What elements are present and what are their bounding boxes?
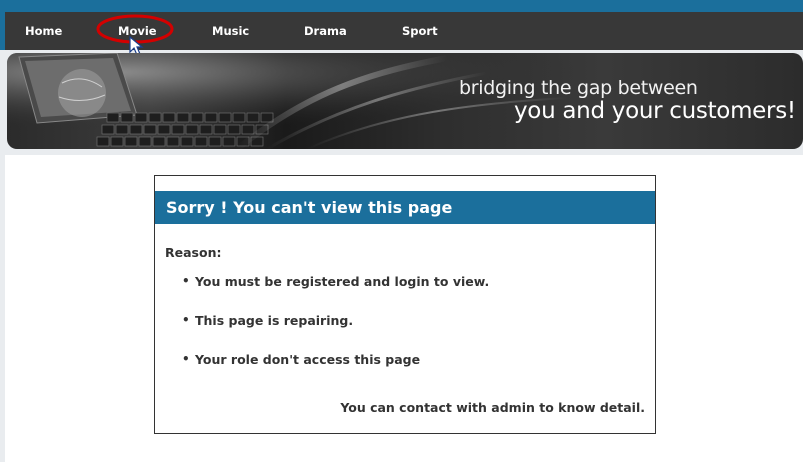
top-bar: Home Movie Music Drama Sport: [0, 0, 803, 50]
contact-admin-text: You can contact with admin to know detai…: [340, 400, 645, 415]
list-item: • This page is repairing.: [155, 313, 489, 352]
reason-text: You must be registered and login to view…: [195, 274, 490, 289]
tagline-line-2: you and your customers!: [514, 98, 796, 124]
main-navigation: Home Movie Music Drama Sport: [5, 12, 803, 50]
nav-item-movie[interactable]: Movie: [118, 12, 157, 50]
nav-item-music[interactable]: Music: [212, 12, 249, 50]
reason-label: Reason:: [165, 245, 222, 260]
reason-text: This page is repairing.: [195, 313, 354, 328]
page: Home Movie Music Drama Sport bridging th…: [0, 0, 803, 462]
nav-item-drama[interactable]: Drama: [304, 12, 347, 50]
tagline-line-1: bridging the gap between: [459, 77, 698, 99]
nav-item-home[interactable]: Home: [25, 12, 62, 50]
bullet-icon: •: [182, 352, 190, 366]
list-item: • You must be registered and login to vi…: [155, 274, 489, 313]
bullet-icon: •: [182, 274, 190, 288]
hero-banner: bridging the gap between you and your cu…: [7, 53, 803, 149]
access-denied-box: Sorry ! You can't view this page Reason:…: [154, 175, 656, 434]
bullet-icon: •: [182, 313, 190, 327]
error-title: Sorry ! You can't view this page: [155, 191, 655, 224]
reason-text: Your role don't access this page: [195, 352, 421, 367]
nav-item-sport[interactable]: Sport: [402, 12, 438, 50]
reason-list: • You must be registered and login to vi…: [155, 274, 489, 391]
list-item: • Your role don't access this page: [155, 352, 489, 391]
banner-tagline: bridging the gap between you and your cu…: [459, 79, 796, 123]
